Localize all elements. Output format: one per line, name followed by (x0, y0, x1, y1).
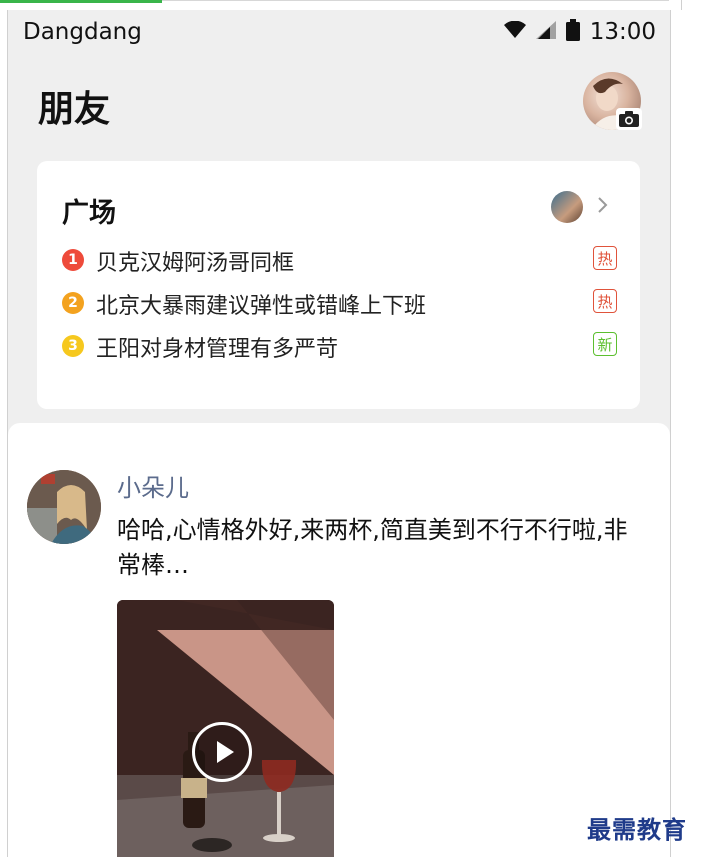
topic-item[interactable]: 1 贝克汉姆阿汤哥同框 热 (62, 245, 617, 277)
topic-text: 贝克汉姆阿汤哥同框 (96, 251, 295, 276)
status-time: 13:00 (589, 19, 656, 45)
square-title: 广场 (62, 198, 116, 229)
topic-text: 王阳对身材管理有多严苛 (96, 337, 339, 362)
browser-tab-indicator (0, 0, 162, 3)
phone-screen: Dangdang 13:00 朋友 广场 1 贝克汉姆阿汤哥同框 热 2 北京大… (7, 10, 671, 857)
right-margin (669, 0, 709, 857)
page-title: 朋友 (38, 89, 111, 130)
topic-rank-badge: 2 (62, 292, 84, 314)
play-icon[interactable] (192, 722, 252, 782)
feed-panel: 小朵儿 哈哈,心情格外好,来两杯,简直美到不行不行啦,非常棒… (8, 423, 670, 857)
post-author-name[interactable]: 小朵儿 (117, 468, 189, 503)
topic-text: 北京大暴雨建议弹性或错峰上下班 (96, 294, 427, 319)
topic-rank-badge: 1 (62, 249, 84, 271)
post-video[interactable] (117, 600, 334, 857)
topic-item[interactable]: 3 王阳对身材管理有多严苛 新 (62, 331, 617, 363)
chevron-right-icon[interactable] (595, 195, 611, 215)
browser-tab-border (162, 0, 709, 1)
signal-icon (535, 21, 556, 43)
topic-hot-badge: 热 (593, 246, 617, 270)
topic-item[interactable]: 2 北京大暴雨建议弹性或错峰上下班 热 (62, 288, 617, 320)
post-text: 哈哈,心情格外好,来两杯,简直美到不行不行啦,非常棒… (117, 516, 628, 579)
square-card[interactable]: 广场 1 贝克汉姆阿汤哥同框 热 2 北京大暴雨建议弹性或错峰上下班 热 3 王… (37, 161, 640, 409)
wifi-icon (503, 20, 526, 43)
post-author-avatar[interactable] (27, 470, 101, 544)
topic-rank-badge: 3 (62, 335, 84, 357)
topic-hot-badge: 热 (593, 289, 617, 313)
status-bar: Dangdang 13:00 (8, 10, 670, 56)
carrier-label: Dangdang (23, 19, 142, 45)
battery-icon (565, 19, 580, 45)
watermark-text: 最需教育 (587, 815, 687, 844)
square-avatar (551, 191, 583, 223)
camera-icon[interactable] (616, 108, 642, 130)
topic-new-badge: 新 (593, 332, 617, 356)
